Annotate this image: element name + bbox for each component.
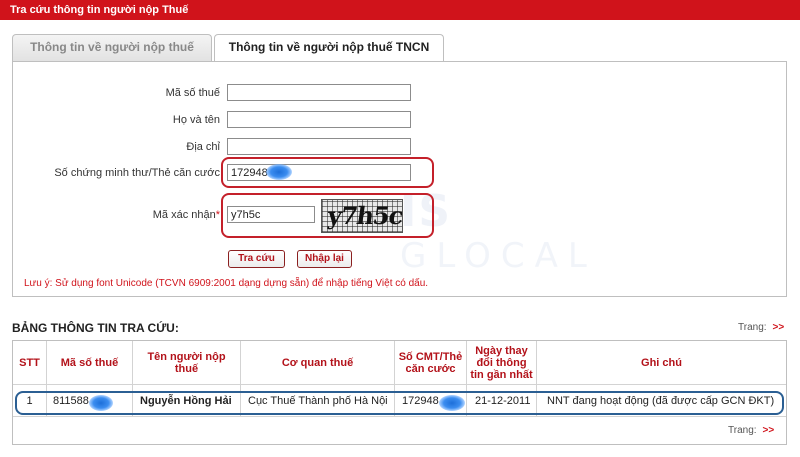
address-label: Địa chỉ <box>186 141 220 153</box>
redaction-blur <box>439 395 465 411</box>
column-header-note: Ghi chú <box>537 341 786 385</box>
pager-label: Trang: <box>738 322 767 333</box>
watermark-subtext: GLOCAL <box>400 236 597 276</box>
unicode-note: Lưu ý: Sử dụng font Unicode (TCVN 6909:2… <box>24 278 429 289</box>
results-title: BẢNG THÔNG TIN TRA CỨU: <box>12 321 179 335</box>
required-mark: * <box>215 209 220 221</box>
full-name-label: Họ và tên <box>172 114 220 126</box>
column-header-name: Tên người nộp thuế <box>133 341 241 385</box>
captcha-label-text: Mã xác nhận <box>152 209 216 221</box>
pager-label: Trang: <box>728 425 757 436</box>
full-name-input[interactable] <box>227 111 411 128</box>
results-table: STT Mã số thuế Tên người nộp thuế Cơ qua… <box>12 340 787 445</box>
captcha-label: Mã xác nhận* <box>153 209 220 221</box>
captcha-image: y7h5c <box>321 199 403 233</box>
tab-personal-income-taxpayer-info[interactable]: Thông tin về người nộp thuế TNCN <box>214 34 444 63</box>
address-input[interactable] <box>227 138 411 155</box>
id-number-input[interactable] <box>227 164 411 181</box>
captcha-input[interactable] <box>227 206 315 223</box>
pager-bottom: Trang: >> <box>728 425 774 436</box>
column-header-last-changed: Ngày thay đổi thông tin gần nhất <box>467 341 537 385</box>
row-highlight <box>15 391 784 415</box>
captcha-image-text: y7h5c <box>325 201 403 230</box>
pager-top: Trang: >> <box>738 322 784 333</box>
tab-taxpayer-info[interactable]: Thông tin về người nộp thuế <box>12 34 212 61</box>
tax-code-label: Mã số thuế <box>165 87 220 99</box>
search-button[interactable]: Tra cứu <box>228 250 285 268</box>
column-header-stt: STT <box>13 341 47 385</box>
reset-button[interactable]: Nhập lại <box>297 250 352 268</box>
column-header-agency: Cơ quan thuế <box>241 341 395 385</box>
id-number-label: Số chứng minh thư/Thẻ căn cước <box>54 167 220 179</box>
window-title: Tra cứu thông tin người nộp Thuế <box>10 4 189 16</box>
column-header-tax-code: Mã số thuế <box>47 341 133 385</box>
redaction-blur <box>89 395 113 411</box>
redaction-blur <box>266 164 292 180</box>
column-header-id-number: Số CMT/Thẻ căn cước <box>395 341 467 385</box>
pager-next-link[interactable]: >> <box>763 425 775 436</box>
tax-code-input[interactable] <box>227 84 411 101</box>
pager-next-link[interactable]: >> <box>773 322 785 333</box>
window-title-bar: Tra cứu thông tin người nộp Thuế <box>0 0 800 20</box>
